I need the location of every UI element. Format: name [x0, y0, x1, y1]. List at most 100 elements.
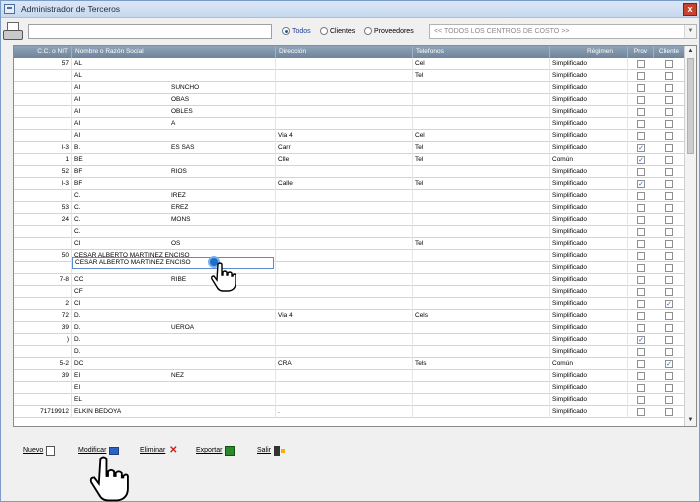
prov-checkbox[interactable]	[637, 252, 645, 260]
column-header-regimen[interactable]: Régimen	[550, 46, 628, 58]
prov-checkbox[interactable]	[637, 168, 645, 176]
table-row[interactable]: 72 D. Via 4 Cels Simplificado	[14, 310, 685, 322]
table-row[interactable]: AI Simplificado SUNCHO	[14, 82, 685, 94]
prov-checkbox[interactable]	[637, 384, 645, 392]
prov-checkbox[interactable]	[637, 120, 645, 128]
export-button[interactable]: Exportar	[196, 444, 236, 458]
table-row[interactable]: C. Simplificado IREZ	[14, 190, 685, 202]
prov-checkbox[interactable]	[637, 108, 645, 116]
chevron-down-icon[interactable]: ▼	[684, 25, 696, 38]
prov-checkbox[interactable]	[637, 324, 645, 332]
table-row[interactable]: 71719912 ELKIN BEDOYA. Simplificado	[14, 406, 685, 418]
cliente-checkbox[interactable]	[665, 120, 673, 128]
close-button[interactable]: x	[683, 3, 697, 16]
cliente-checkbox[interactable]	[665, 156, 673, 164]
delete-button[interactable]: Eliminar ✕	[140, 444, 178, 458]
prov-checkbox[interactable]	[637, 288, 645, 296]
prov-checkbox[interactable]: ✓	[637, 144, 645, 152]
column-header-prov[interactable]: Prov	[628, 46, 654, 58]
table-row[interactable]: D. Simplificado	[14, 346, 685, 358]
prov-checkbox[interactable]	[637, 372, 645, 380]
cliente-checkbox[interactable]	[665, 324, 673, 332]
table-row[interactable]: 39 D. Simplificado UEROA	[14, 322, 685, 334]
cliente-checkbox[interactable]	[665, 288, 673, 296]
table-row[interactable]: AI Simplificado OBLES	[14, 106, 685, 118]
column-header-telefonos[interactable]: Telefonos	[413, 46, 550, 58]
scroll-down-icon[interactable]: ▼	[685, 415, 696, 426]
prov-checkbox[interactable]	[637, 240, 645, 248]
nombre-edit-field[interactable]: CESAR ALBERTO MARTINEZ ENCISO	[72, 257, 274, 269]
cliente-checkbox[interactable]	[665, 408, 673, 416]
table-row[interactable]: 7-8 CC Simplificado RIBE	[14, 274, 685, 286]
cliente-checkbox[interactable]	[665, 192, 673, 200]
radio-clientes-dot[interactable]	[320, 27, 328, 35]
prov-checkbox[interactable]	[637, 396, 645, 404]
table-row[interactable]: EL Simplificado	[14, 394, 685, 406]
prov-checkbox[interactable]	[637, 312, 645, 320]
table-row[interactable]: ) D. Simplificado ✓	[14, 334, 685, 346]
prov-checkbox[interactable]	[637, 264, 645, 272]
table-row[interactable]: AI Simplificado OBAS	[14, 94, 685, 106]
radio-proveedores-dot[interactable]	[364, 27, 372, 35]
prov-checkbox[interactable]: ✓	[637, 336, 645, 344]
radio-proveedores[interactable]: Proveedores	[364, 27, 414, 35]
column-header-nombre[interactable]: Nombre o Razón Social	[72, 46, 276, 58]
prov-checkbox[interactable]	[637, 408, 645, 416]
cliente-checkbox[interactable]	[665, 216, 673, 224]
scroll-thumb[interactable]	[687, 58, 694, 154]
new-button[interactable]: Nuevo	[23, 444, 56, 458]
prov-checkbox[interactable]	[637, 216, 645, 224]
cliente-checkbox[interactable]	[665, 348, 673, 356]
prov-checkbox[interactable]	[637, 84, 645, 92]
column-header-cliente[interactable]: Cliente	[654, 46, 685, 58]
cost-center-select[interactable]: << TODOS LOS CENTROS DE COSTO >> ▼	[429, 24, 697, 39]
table-row[interactable]: AL Tel Simplificado	[14, 70, 685, 82]
cliente-checkbox[interactable]	[665, 108, 673, 116]
radio-clientes[interactable]: Clientes	[320, 27, 355, 35]
cliente-checkbox[interactable]	[665, 228, 673, 236]
cliente-checkbox[interactable]	[665, 252, 673, 260]
search-input[interactable]	[28, 24, 272, 39]
printer-icon[interactable]	[3, 22, 25, 42]
cliente-checkbox[interactable]	[665, 180, 673, 188]
prov-checkbox[interactable]	[637, 228, 645, 236]
table-row[interactable]: l-3 BF Calle Tel Simplificado ✓	[14, 178, 685, 190]
table-row[interactable]: 1 BE Clle Tel Común ✓	[14, 154, 685, 166]
table-row[interactable]: 2 CI Simplificado ✓	[14, 298, 685, 310]
table-row[interactable]: 57 AL Cel Simplificado	[14, 58, 685, 70]
cliente-checkbox[interactable]	[665, 84, 673, 92]
column-header-nit[interactable]: C.C. o NIT	[14, 46, 72, 58]
cliente-checkbox[interactable]	[665, 96, 673, 104]
cliente-checkbox[interactable]	[665, 132, 673, 140]
exit-button[interactable]: Salir	[257, 444, 286, 458]
table-row[interactable]: CF Simplificado	[14, 286, 685, 298]
cliente-checkbox[interactable]	[665, 168, 673, 176]
cliente-checkbox[interactable]	[665, 204, 673, 212]
table-row[interactable]: 39 EI Simplificado NEZ	[14, 370, 685, 382]
radio-todos-dot[interactable]	[282, 27, 290, 35]
prov-checkbox[interactable]	[637, 204, 645, 212]
prov-checkbox[interactable]	[637, 96, 645, 104]
cliente-checkbox[interactable]	[665, 144, 673, 152]
prov-checkbox[interactable]	[637, 300, 645, 308]
cliente-checkbox[interactable]	[665, 312, 673, 320]
column-header-direccion[interactable]: Dirección	[276, 46, 413, 58]
cliente-checkbox[interactable]	[665, 264, 673, 272]
cliente-checkbox[interactable]: ✓	[665, 360, 673, 368]
cliente-checkbox[interactable]	[665, 276, 673, 284]
cliente-checkbox[interactable]	[665, 372, 673, 380]
table-row[interactable]: CI Tel Simplificado OS	[14, 238, 685, 250]
prov-checkbox[interactable]	[637, 360, 645, 368]
table-row[interactable]: AI Simplificado A	[14, 118, 685, 130]
table-row[interactable]: EI Simplificado	[14, 382, 685, 394]
table-row[interactable]: 24 C. Simplificado MONS	[14, 214, 685, 226]
table-row[interactable]: l-3 B. Carr Tel Simplificado ES SAS ✓	[14, 142, 685, 154]
cliente-checkbox[interactable]	[665, 72, 673, 80]
table-row[interactable]: 53 C. Simplificado EREZ	[14, 202, 685, 214]
prov-checkbox[interactable]	[637, 192, 645, 200]
table-row[interactable]: C. Simplificado	[14, 226, 685, 238]
prov-checkbox[interactable]	[637, 72, 645, 80]
prov-checkbox[interactable]	[637, 348, 645, 356]
cliente-checkbox[interactable]: ✓	[665, 300, 673, 308]
radio-todos[interactable]: Todos	[282, 27, 311, 35]
